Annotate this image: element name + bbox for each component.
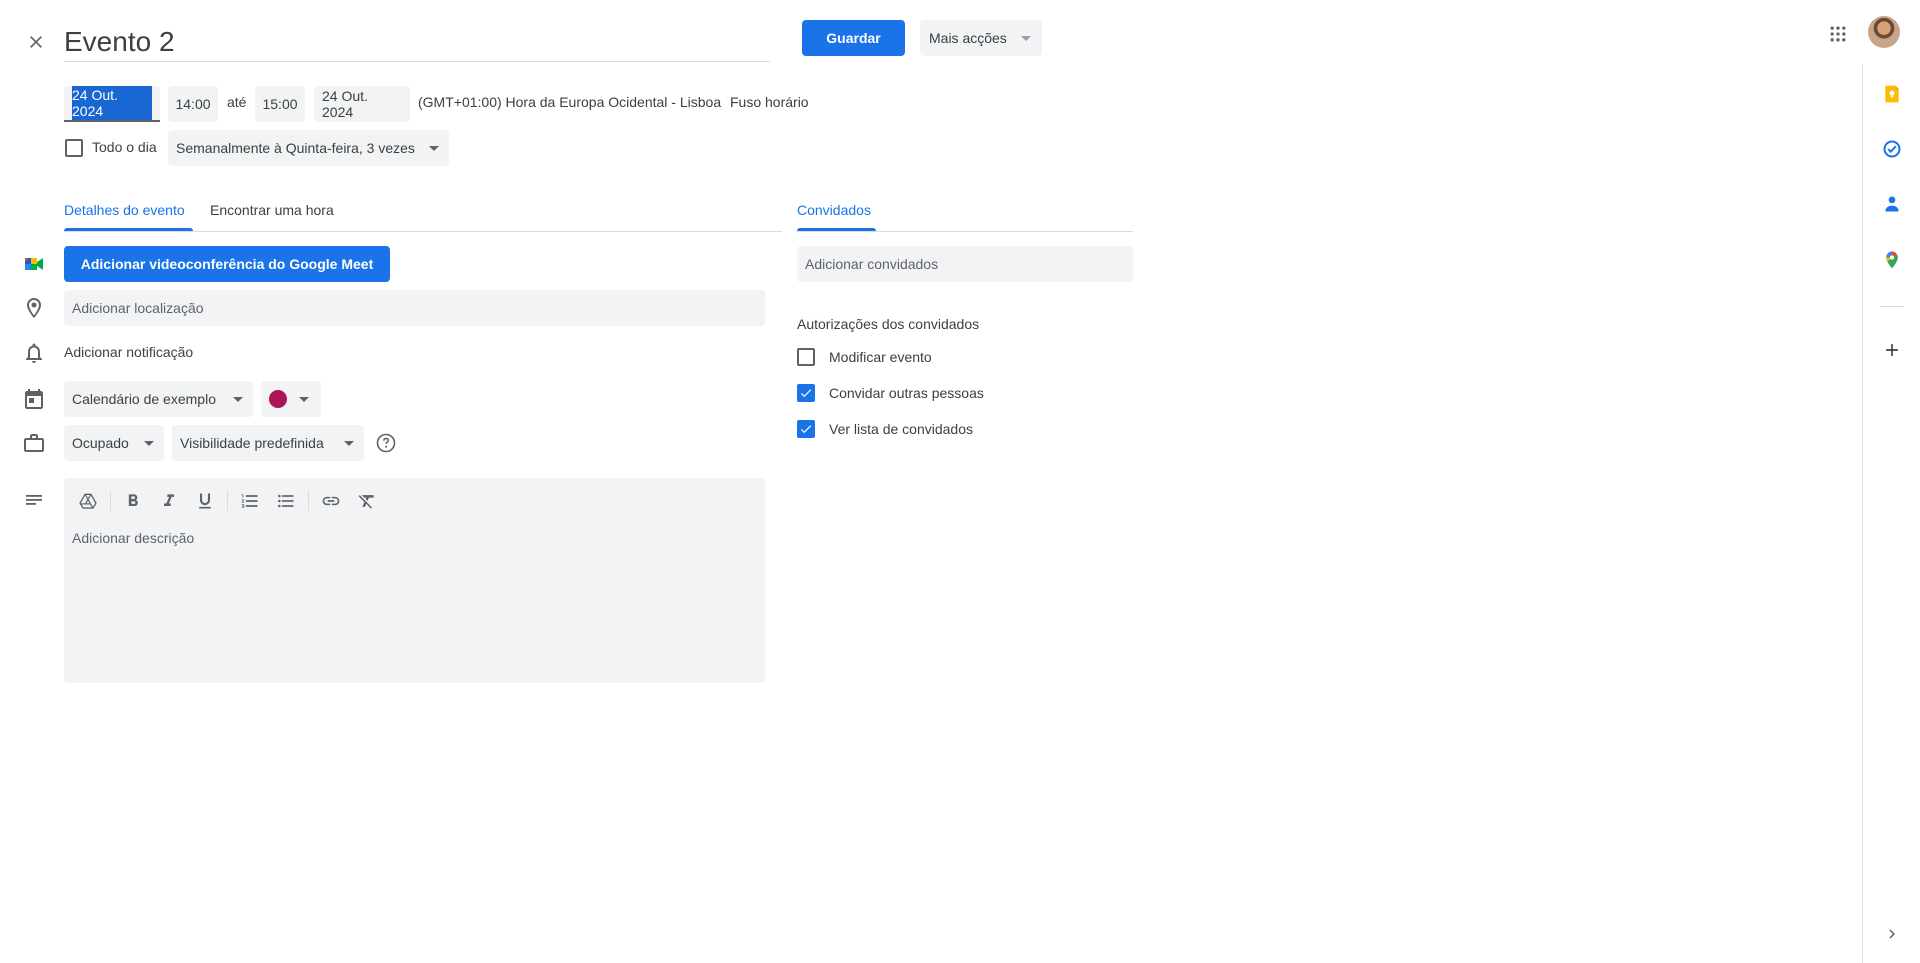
timezone-text: (GMT+01:00) Hora da Europa Ocidental - L… (418, 94, 722, 110)
chevron-right-icon[interactable] (1880, 922, 1904, 946)
visibility-dropdown[interactable]: Visibilidade predefinida (172, 425, 364, 461)
dropdown-arrow-icon (299, 397, 309, 402)
tab-guests[interactable]: Convidados (797, 202, 871, 228)
notification-bell-icon (22, 341, 46, 365)
availability-label: Ocupado (72, 435, 129, 451)
dropdown-arrow-icon (144, 441, 154, 446)
numbered-list-button[interactable] (236, 487, 264, 515)
event-color-swatch (269, 390, 287, 408)
briefcase-icon (22, 431, 46, 455)
invite-others-checkbox[interactable] (797, 384, 815, 402)
underline-button[interactable] (191, 487, 219, 515)
drive-icon (78, 491, 98, 511)
contacts-icon[interactable] (1878, 190, 1906, 218)
visibility-label: Visibilidade predefinida (180, 435, 324, 451)
tab-find-time[interactable]: Encontrar uma hora (210, 202, 334, 228)
all-day-checkbox[interactable] (65, 139, 83, 157)
recurrence-dropdown[interactable]: Semanalmente à Quinta-feira, 3 vezes (168, 130, 449, 166)
bulleted-list-button[interactable] (272, 487, 300, 515)
guests-tab-divider (797, 231, 1133, 232)
description-lines-icon (22, 488, 46, 512)
numbered-list-icon (240, 491, 260, 511)
availability-dropdown[interactable]: Ocupado (64, 425, 164, 461)
save-button[interactable]: Guardar (802, 20, 905, 56)
location-input[interactable] (64, 290, 765, 326)
recurrence-label: Semanalmente à Quinta-feira, 3 vezes (176, 140, 415, 156)
tabs-divider (64, 231, 782, 232)
permission-label: Ver lista de convidados (829, 421, 973, 437)
calendar-icon (22, 387, 46, 411)
account-avatar[interactable] (1868, 16, 1900, 48)
see-guest-list-checkbox[interactable] (797, 420, 815, 438)
tab-event-details[interactable]: Detalhes do evento (64, 202, 185, 228)
dropdown-arrow-icon (1021, 36, 1031, 41)
google-meet-icon (22, 252, 46, 276)
bold-icon (123, 491, 143, 511)
until-label: até (227, 94, 247, 110)
more-actions-label: Mais acções (929, 30, 1007, 46)
dropdown-arrow-icon (233, 397, 243, 402)
clear-formatting-icon (357, 491, 377, 511)
maps-icon[interactable] (1878, 246, 1906, 274)
start-date-field[interactable]: 24 Out. 2024 (64, 86, 160, 122)
description-placeholder: Adicionar descrição (72, 530, 195, 546)
link-icon (321, 491, 341, 511)
italic-icon (159, 491, 179, 511)
close-button[interactable] (16, 22, 56, 62)
google-drive-attach-button[interactable] (74, 487, 102, 515)
help-icon[interactable] (374, 431, 398, 455)
event-color-dropdown[interactable] (261, 381, 321, 417)
apps-button[interactable] (1818, 14, 1858, 54)
end-time-field[interactable]: 15:00 (255, 86, 305, 122)
add-google-meet-button[interactable]: Adicionar videoconferência do Google Mee… (64, 246, 390, 282)
underline-icon (195, 491, 215, 511)
end-date-field[interactable]: 24 Out. 2024 (314, 86, 410, 122)
more-actions-dropdown[interactable]: Mais acções (920, 20, 1042, 56)
start-date-value: 24 Out. 2024 (72, 86, 152, 120)
calendar-dropdown[interactable]: Calendário de exemplo (64, 381, 253, 417)
start-time-field[interactable]: 14:00 (168, 86, 218, 122)
event-title-input[interactable] (64, 18, 770, 62)
clear-formatting-button[interactable] (353, 487, 381, 515)
add-addon-icon[interactable] (1878, 336, 1906, 364)
all-day-label: Todo o dia (92, 139, 157, 155)
toolbar-separator (308, 491, 309, 511)
add-notification-button[interactable]: Adicionar notificação (64, 344, 193, 360)
description-toolbar (74, 487, 389, 515)
guest-permissions-title: Autorizações dos convidados (797, 316, 980, 332)
permission-see-guest-list[interactable]: Ver lista de convidados (797, 420, 973, 438)
modify-event-checkbox[interactable] (797, 348, 815, 366)
dropdown-arrow-icon (429, 146, 439, 151)
toolbar-separator (227, 491, 228, 511)
permission-label: Convidar outras pessoas (829, 385, 984, 401)
insert-link-button[interactable] (317, 487, 345, 515)
permission-modify-event[interactable]: Modificar evento (797, 348, 932, 366)
side-panel-separator (1880, 306, 1904, 307)
permission-label: Modificar evento (829, 349, 932, 365)
location-pin-icon (22, 296, 46, 320)
timezone-button[interactable]: Fuso horário (730, 94, 809, 110)
calendar-name: Calendário de exemplo (72, 391, 216, 407)
side-panel-divider (1862, 64, 1863, 963)
bold-button[interactable] (119, 487, 147, 515)
italic-button[interactable] (155, 487, 183, 515)
keep-icon[interactable] (1878, 80, 1906, 108)
apps-grid-icon (1828, 24, 1848, 44)
tasks-icon[interactable] (1878, 135, 1906, 163)
add-guests-input[interactable] (797, 246, 1133, 282)
close-icon (26, 32, 46, 52)
dropdown-arrow-icon (344, 441, 354, 446)
bulleted-list-icon (276, 491, 296, 511)
permission-invite-others[interactable]: Convidar outras pessoas (797, 384, 984, 402)
toolbar-separator (110, 491, 111, 511)
